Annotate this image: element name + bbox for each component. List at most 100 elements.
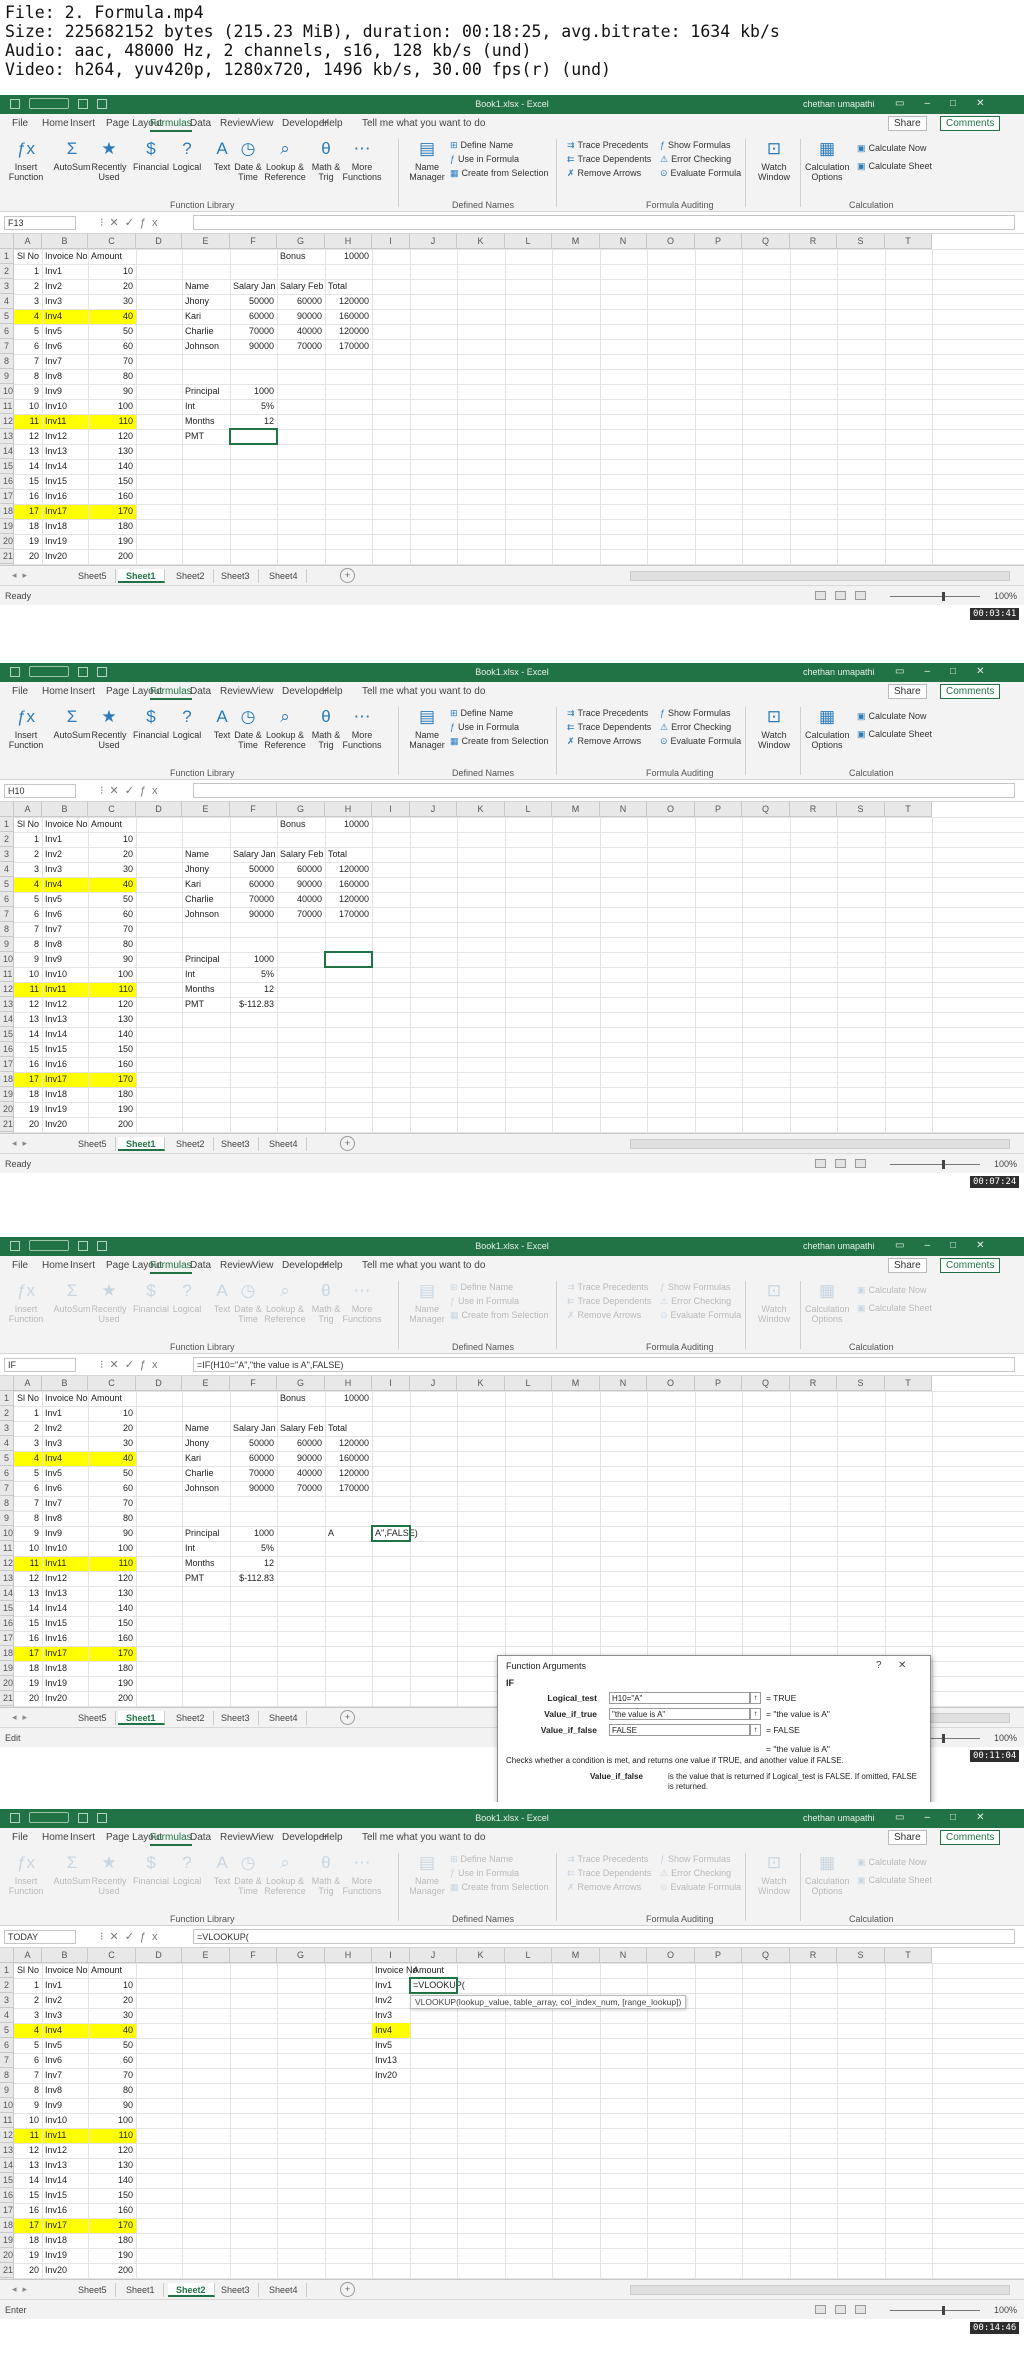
cell-F12[interactable]: 12 [230,982,277,997]
sheet-tab-sheet3[interactable]: Sheet3 [213,2283,259,2297]
row-header[interactable]: 11 [0,399,14,414]
column-header[interactable]: D [136,802,182,817]
cell-F11[interactable]: 5% [230,967,277,982]
column-header[interactable]: B [42,802,88,817]
share-button[interactable]: Share [888,1830,927,1845]
cell-F6[interactable]: 70000 [230,1466,277,1481]
tab-help[interactable]: Help [322,1260,343,1271]
row-header[interactable]: 20 [0,2248,14,2263]
trace-dependents-button[interactable]: ⇇ Trace Dependents [567,1868,651,1879]
name-box[interactable]: TODAY [4,1930,76,1944]
column-header[interactable]: N [600,1376,647,1391]
cell-E5[interactable]: Kari [182,1451,230,1466]
worksheet-grid[interactable]: A B C D E F G H I J K L M N O P Q R S T 1 2 1 Inv1 10 3 2 Inv2 20 4 3 I… [0,1948,1024,2279]
cell-I8[interactable]: Inv20 [372,2068,410,2083]
trace-precedents-button[interactable]: ⇉ Trace Precedents [567,1282,648,1293]
cell-H3[interactable]: Total [325,279,372,294]
row-header[interactable]: 18 [0,2218,14,2233]
tab-review[interactable]: Review [220,1832,253,1843]
cell-H5[interactable]: 160000 [325,309,372,324]
add-sheet-icon[interactable]: + [340,568,355,583]
formula-input[interactable] [193,215,1015,230]
column-header[interactable]: J [410,234,457,249]
row-header[interactable]: 6 [0,892,14,907]
column-header[interactable]: G [277,802,325,817]
remove-arrows-button[interactable]: ✗ Remove Arrows [567,736,641,747]
cell-I5[interactable]: Inv4 [372,2023,410,2038]
column-header[interactable]: D [136,1948,182,1963]
sheet-nav-arrows[interactable]: ◂▸ [12,2284,33,2295]
user-name[interactable]: chethan umapathi [803,99,875,109]
row-header[interactable]: 21 [0,2263,14,2278]
zoom-slider-thumb[interactable] [942,1734,945,1743]
column-header[interactable]: R [790,1376,837,1391]
column-header[interactable]: N [600,1948,647,1963]
row-header[interactable]: 3 [0,847,14,862]
cell-H7[interactable]: 170000 [325,1481,372,1496]
column-header[interactable]: K [457,1948,505,1963]
column-header[interactable]: F [230,1376,277,1391]
cell-B1[interactable]: Invoice No [42,1391,88,1406]
cell-G6[interactable]: 40000 [277,892,325,907]
recently-used-button[interactable]: ★ Recently Used [87,706,131,750]
column-header[interactable]: K [457,802,505,817]
tab-formulas[interactable]: Formulas [150,1260,192,1274]
normal-view-icon[interactable] [815,2305,826,2314]
zoom-slider-thumb[interactable] [942,1160,945,1169]
name-manager-button[interactable]: ▤ Name Manager [405,706,449,750]
calculate-sheet-button[interactable]: ▣ Calculate Sheet [857,1875,932,1886]
column-header[interactable]: B [42,1948,88,1963]
more-functions-button[interactable]: ⋯ More Functions [340,138,384,182]
row-header[interactable]: 10 [0,1526,14,1541]
cell-E6[interactable]: Charlie [182,1466,230,1481]
column-header[interactable]: M [552,802,600,817]
tab-data[interactable]: Data [190,1832,211,1843]
calc-options-button[interactable]: ▦ Calculation Options [805,1280,850,1324]
row-header[interactable]: 20 [0,534,14,549]
cell-B1[interactable]: Invoice No [42,249,88,264]
column-header[interactable]: C [88,1948,136,1963]
select-all-corner[interactable] [0,1376,14,1391]
cell-F4[interactable]: 50000 [230,294,277,309]
cell-E11[interactable]: Int [182,1541,230,1556]
column-header[interactable]: H [325,1948,372,1963]
column-header[interactable]: G [277,1948,325,1963]
recently-used-button[interactable]: ★ Recently Used [87,1852,131,1896]
collapse-dialog-icon[interactable]: ↑ [750,1692,761,1704]
normal-view-icon[interactable] [815,1159,826,1168]
calc-options-button[interactable]: ▦ Calculation Options [805,706,850,750]
cell-E13[interactable]: PMT [182,429,230,444]
remove-arrows-button[interactable]: ✗ Remove Arrows [567,1310,641,1321]
column-header[interactable]: D [136,1376,182,1391]
row-header[interactable]: 8 [0,354,14,369]
column-header[interactable]: J [410,802,457,817]
row-header[interactable]: 14 [0,2158,14,2173]
row-header[interactable]: 17 [0,1631,14,1646]
cell-E10[interactable]: Principal [182,384,230,399]
row-header[interactable]: 4 [0,2008,14,2023]
tab-tell-me-what-you-want-to-do[interactable]: Tell me what you want to do [362,1832,485,1843]
show-formulas-button[interactable]: ƒ Show Formulas [660,1854,731,1864]
tab-file[interactable]: File [12,1832,28,1843]
page-break-view-icon[interactable] [855,2305,866,2314]
define-name-button[interactable]: ⊞ Define Name [450,1854,513,1865]
zoom-slider[interactable] [890,1164,980,1165]
cell-E10[interactable]: Principal [182,1526,230,1541]
add-sheet-icon[interactable]: + [340,2282,355,2297]
comments-button[interactable]: Comments [940,684,1001,699]
sheet-tab-sheet2[interactable]: Sheet2 [168,569,214,583]
row-header[interactable]: 1 [0,1963,14,1978]
tab-developer[interactable]: Developer [282,1260,328,1271]
sheet-tab-sheet5[interactable]: Sheet5 [70,569,116,583]
share-button[interactable]: Share [888,116,927,131]
row-header[interactable]: 2 [0,1978,14,1993]
column-header[interactable]: L [505,234,552,249]
minimize-icon[interactable]: – [924,1812,930,1823]
tab-insert[interactable]: Insert [70,1832,95,1843]
name-box[interactable]: H10 [4,784,76,798]
cell-F5[interactable]: 60000 [230,877,277,892]
cell-H5[interactable]: 160000 [325,877,372,892]
row-header[interactable]: 2 [0,264,14,279]
cell-G3[interactable]: Salary Feb [277,847,325,862]
row-header[interactable]: 4 [0,862,14,877]
